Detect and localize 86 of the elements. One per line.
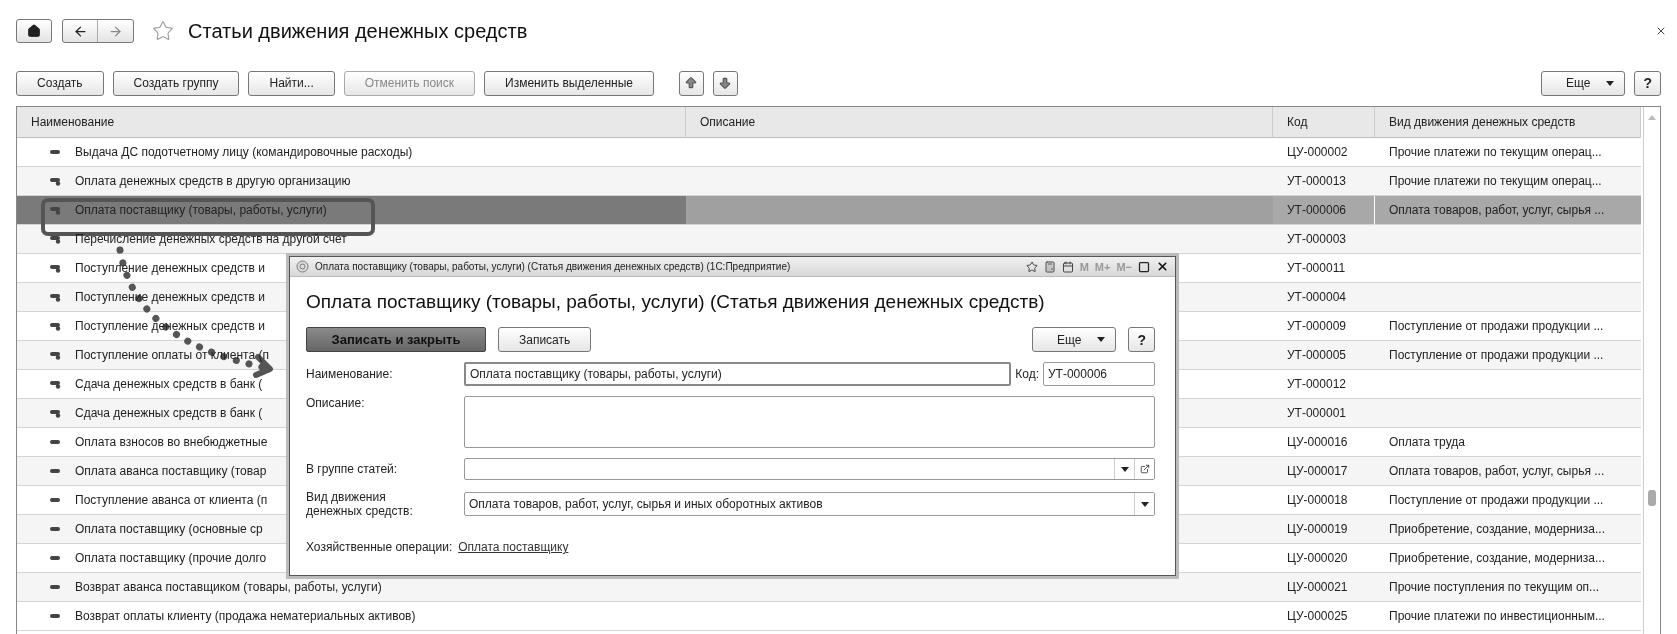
dialog-heading: Оплата поставщику (товары, работы, услуги) (Статья движения денежных средств): [306, 291, 1045, 313]
open-button[interactable]: [1134, 459, 1154, 479]
field-label: Хозяйственные операции:: [306, 540, 453, 554]
dialog-title: Оплата поставщику (товары, работы, услуги) (Статья движения денежных средств) (1С:Предприятие): [315, 261, 792, 272]
toolbar-button[interactable]: Создать группу: [112, 70, 240, 96]
table-cell: ЦУ-000021: [1273, 573, 1375, 602]
table-cell: УТ-000004: [1273, 283, 1375, 312]
more-button[interactable]: Еще: [1032, 327, 1117, 352]
code-field[interactable]: УТ-000006: [1043, 362, 1155, 386]
item-icon: [49, 439, 61, 445]
item-icon: [49, 263, 61, 273]
dropdown-button[interactable]: [1134, 493, 1154, 515]
save-button[interactable]: Записать: [498, 327, 592, 352]
operations-link[interactable]: Оплата поставщику: [458, 540, 569, 554]
name-field[interactable]: Оплата поставщику (товары, работы, услуги): [464, 362, 1012, 386]
table-cell: Оплата товаров, работ, услуг, сырья ...: [1375, 196, 1641, 225]
table-cell: УТ-000013: [1273, 167, 1375, 196]
home-icon: [27, 24, 41, 38]
item-icon: [49, 555, 61, 561]
table-cell: УТ-000005: [1273, 341, 1375, 370]
favorite-icon[interactable]: [1025, 260, 1038, 273]
item-icon: [49, 379, 61, 389]
field-label: Наименование:: [306, 367, 394, 381]
item-icon: [49, 613, 61, 619]
caret-icon: [1606, 80, 1615, 86]
item-icon: [49, 149, 61, 155]
column-header[interactable]: Вид движения денежных средств: [1375, 107, 1641, 138]
item-icon: [49, 408, 61, 418]
item-icon: [49, 234, 61, 244]
column-header[interactable]: Наименование: [17, 107, 686, 138]
field-label: Описание:: [306, 396, 366, 410]
move-up-button[interactable]: [679, 70, 704, 96]
column-header[interactable]: Код: [1273, 107, 1375, 138]
item-icon: [49, 526, 61, 532]
app-logo-icon: [296, 260, 309, 273]
table-cell: УТ-000006: [1273, 196, 1375, 225]
field-label: Вид движения денежных средств:: [306, 490, 414, 518]
table-cell: ЦУ-000017: [1273, 457, 1375, 486]
save-close-button[interactable]: Записать и закрыть: [306, 327, 486, 352]
caret-icon: [1648, 115, 1656, 120]
arrow-up-icon: [684, 76, 699, 90]
caret-icon: [1120, 466, 1129, 472]
toolbar-button[interactable]: Создать: [16, 70, 104, 96]
item-icon: [49, 497, 61, 503]
table-cell: Прочие поступления по текущим оп...: [1375, 573, 1641, 602]
table-cell: УТ-000001: [1273, 399, 1375, 428]
table-cell: УТ-000003: [1273, 225, 1375, 254]
table-cell: ЦУ-000019: [1273, 515, 1375, 544]
flow-type-select[interactable]: Оплата товаров, работ, услуг, сырья и иных оборотных активов: [464, 492, 1155, 516]
field-label: В группе статей:: [306, 462, 399, 476]
help-button[interactable]: ?: [1634, 70, 1661, 96]
table-cell: Поступление от продажи продукции ...: [1375, 341, 1641, 370]
back-icon: [72, 23, 88, 39]
table-cell[interactable]: Оплата поставщику (товары, работы, услуги): [17, 196, 686, 225]
item-icon: [49, 468, 61, 474]
more-button[interactable]: Еще: [1541, 70, 1626, 96]
maximize-button[interactable]: [1138, 260, 1150, 273]
table-cell: Прочие платежи по текущим операц...: [1375, 167, 1641, 196]
toolbar-button[interactable]: Изменить выделенные: [484, 70, 654, 96]
item-icon: [49, 205, 61, 215]
table-cell: Оплата товаров, работ, услуг, сырья ...: [1375, 457, 1641, 486]
field-label: Код:: [1015, 367, 1039, 381]
item-icon: [49, 350, 61, 360]
table-cell: Приобретение, создание, модерниза...: [1375, 515, 1641, 544]
favorite-star-icon[interactable]: [152, 20, 174, 42]
forward-icon: [108, 23, 123, 39]
help-button[interactable]: ?: [1128, 327, 1155, 352]
item-icon: [49, 584, 61, 590]
close-button[interactable]: [1156, 260, 1169, 273]
calendar-icon[interactable]: [1061, 260, 1074, 273]
close-button[interactable]: [1655, 25, 1667, 37]
table-cell[interactable]: Оплата денежных средств в другую организацию: [17, 167, 686, 196]
scrollbar-thumb[interactable]: [1648, 490, 1656, 506]
open-icon: [1139, 464, 1150, 474]
caret-icon: [1140, 501, 1149, 507]
column-header[interactable]: Описание: [686, 107, 1273, 138]
item-icon: [49, 292, 61, 302]
item-icon: [49, 321, 61, 331]
toolbar-button[interactable]: Найти...: [248, 70, 335, 96]
item-icon: [49, 176, 61, 186]
arrow-down-icon: [718, 76, 733, 90]
calculator-icon[interactable]: [1043, 260, 1056, 273]
window-title: Статьи движения денежных средств: [188, 19, 529, 43]
home-button[interactable]: [16, 19, 52, 43]
description-field[interactable]: [464, 396, 1155, 448]
move-down-button[interactable]: [713, 70, 738, 96]
